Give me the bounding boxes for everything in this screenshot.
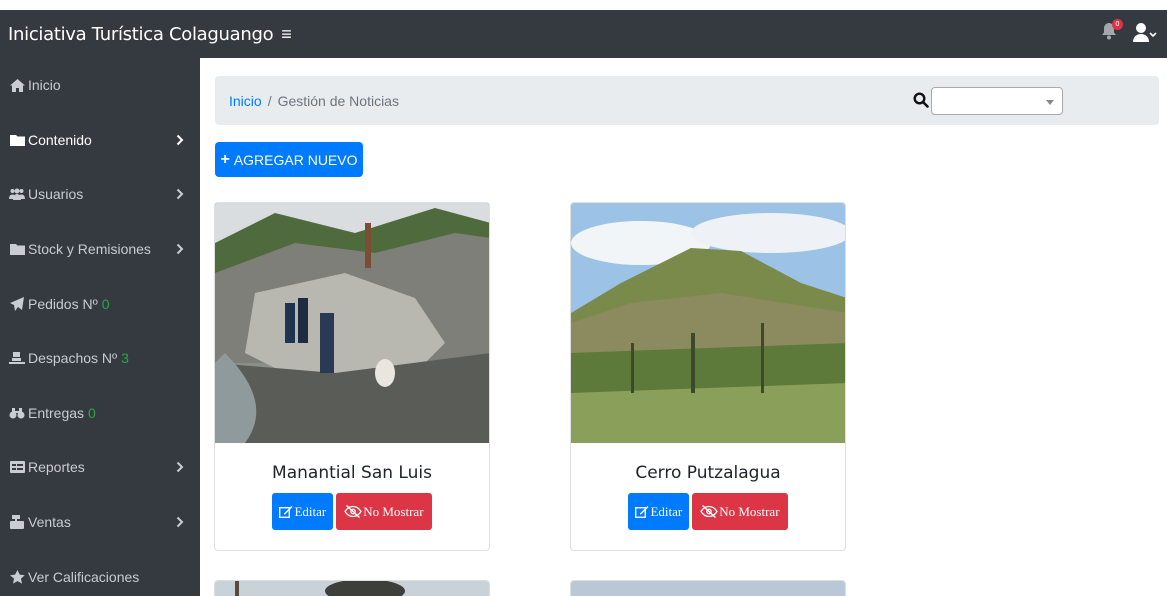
- sidebar-item-ventas[interactable]: Ventas: [0, 495, 200, 550]
- eye-slash-icon: [700, 505, 719, 518]
- navbar-actions: 0: [1101, 19, 1157, 44]
- sidebar-item-reportes[interactable]: Reportes: [0, 440, 200, 495]
- send-icon: [9, 296, 25, 311]
- plus-icon: +: [220, 150, 230, 168]
- user-menu-icon[interactable]: [1133, 22, 1157, 44]
- breadcrumb-separator: /: [267, 92, 272, 109]
- table-icon: [9, 460, 25, 474]
- sidebar-item-entregas[interactable]: Entregas 0: [0, 386, 200, 441]
- edit-icon: [279, 506, 293, 518]
- sidebar-item-stock-remisiones[interactable]: Stock y Remisiones: [0, 222, 200, 277]
- sidebar-item-label: Entregas: [28, 404, 85, 421]
- edit-button[interactable]: Editar: [628, 493, 690, 530]
- entregas-count: 0: [88, 404, 96, 421]
- chevron-right-icon: [176, 189, 184, 200]
- hide-label: No Mostrar: [719, 503, 780, 519]
- dolly-icon: [9, 351, 25, 365]
- card-image: [571, 203, 845, 443]
- card-image: [215, 203, 489, 443]
- sidebar-item-pedidos[interactable]: Pedidos Nº 0: [0, 276, 200, 331]
- hide-button[interactable]: No Mostrar: [692, 493, 788, 530]
- add-new-label: AGREGAR NUEVO: [233, 151, 358, 168]
- sidebar-item-label: Inicio: [28, 77, 61, 94]
- sidebar-item-usuarios[interactable]: Usuarios: [0, 167, 200, 222]
- sidebar-item-label: Reportes: [28, 459, 85, 476]
- news-card: [214, 580, 490, 596]
- edit-icon: [635, 506, 649, 518]
- sidebar-item-label: Pedidos Nº: [28, 295, 98, 312]
- news-card: [570, 580, 846, 596]
- despachos-count: 3: [121, 350, 129, 367]
- sidebar: Inicio Contenido Usuarios Stock y Remisi…: [0, 58, 200, 596]
- eye-slash-icon: [344, 505, 363, 518]
- sidebar-item-label: Contenido: [28, 131, 92, 148]
- cash-register-icon: [9, 515, 25, 530]
- hamburger-icon[interactable]: ≡: [281, 24, 292, 45]
- users-icon: [9, 187, 25, 201]
- sidebar-item-ver-calificaciones[interactable]: Ver Calificaciones: [0, 549, 200, 596]
- sidebar-item-label: Ventas: [28, 514, 71, 531]
- sidebar-item-label: Stock y Remisiones: [28, 241, 151, 258]
- star-icon: [9, 569, 25, 584]
- chevron-right-icon: [176, 462, 184, 473]
- news-card: Cerro Putzalagua Editar No Mostrar: [570, 202, 846, 551]
- edit-label: Editar: [294, 503, 327, 519]
- hide-button[interactable]: No Mostrar: [336, 493, 432, 530]
- chevron-right-icon: [176, 516, 184, 528]
- notification-badge: 0: [1112, 19, 1123, 30]
- breadcrumb-home-link[interactable]: Inicio: [229, 93, 262, 109]
- sidebar-item-inicio[interactable]: Inicio: [0, 58, 200, 113]
- brand-title[interactable]: Iniciativa Turística Colaguango: [0, 24, 274, 45]
- pedidos-count: 0: [101, 295, 110, 312]
- sidebar-item-despachos[interactable]: Despachos Nº 3: [0, 331, 200, 386]
- news-search-select[interactable]: [931, 87, 1063, 115]
- notification-bell[interactable]: 0: [1101, 19, 1123, 44]
- add-new-button[interactable]: + AGREGAR NUEVO: [215, 142, 363, 177]
- sidebar-item-label: Usuarios: [28, 186, 84, 203]
- card-title: Cerro Putzalagua: [635, 463, 781, 483]
- sidebar-item-label: Ver Calificaciones: [28, 568, 140, 585]
- card-image: [571, 581, 845, 596]
- chevron-right-icon: [176, 134, 184, 146]
- card-image: [215, 581, 489, 596]
- hide-label: No Mostrar: [363, 503, 424, 519]
- card-actions: Editar No Mostrar: [215, 493, 489, 530]
- chevron-right-icon: [176, 243, 184, 255]
- binoculars-icon: [9, 406, 25, 420]
- top-navbar: Iniciativa Turística Colaguango ≡ 0: [0, 10, 1167, 58]
- search-icon: [913, 92, 929, 108]
- chevron-down-icon: [1046, 100, 1054, 105]
- folder-icon: [9, 133, 25, 147]
- sidebar-item-contenido[interactable]: Contenido: [0, 113, 200, 168]
- breadcrumb: Inicio / Gestión de Noticias: [215, 76, 1159, 125]
- edit-button[interactable]: Editar: [272, 493, 334, 530]
- edit-label: Editar: [650, 503, 683, 519]
- breadcrumb-current: Gestión de Noticias: [277, 92, 399, 109]
- news-card: Manantial San Luis Editar No Mostrar: [214, 202, 490, 551]
- home-icon: [9, 78, 25, 92]
- card-title: Manantial San Luis: [272, 463, 432, 483]
- card-actions: Editar No Mostrar: [571, 493, 845, 530]
- folder-icon: [9, 242, 25, 256]
- sidebar-item-label: Despachos Nº: [28, 350, 118, 367]
